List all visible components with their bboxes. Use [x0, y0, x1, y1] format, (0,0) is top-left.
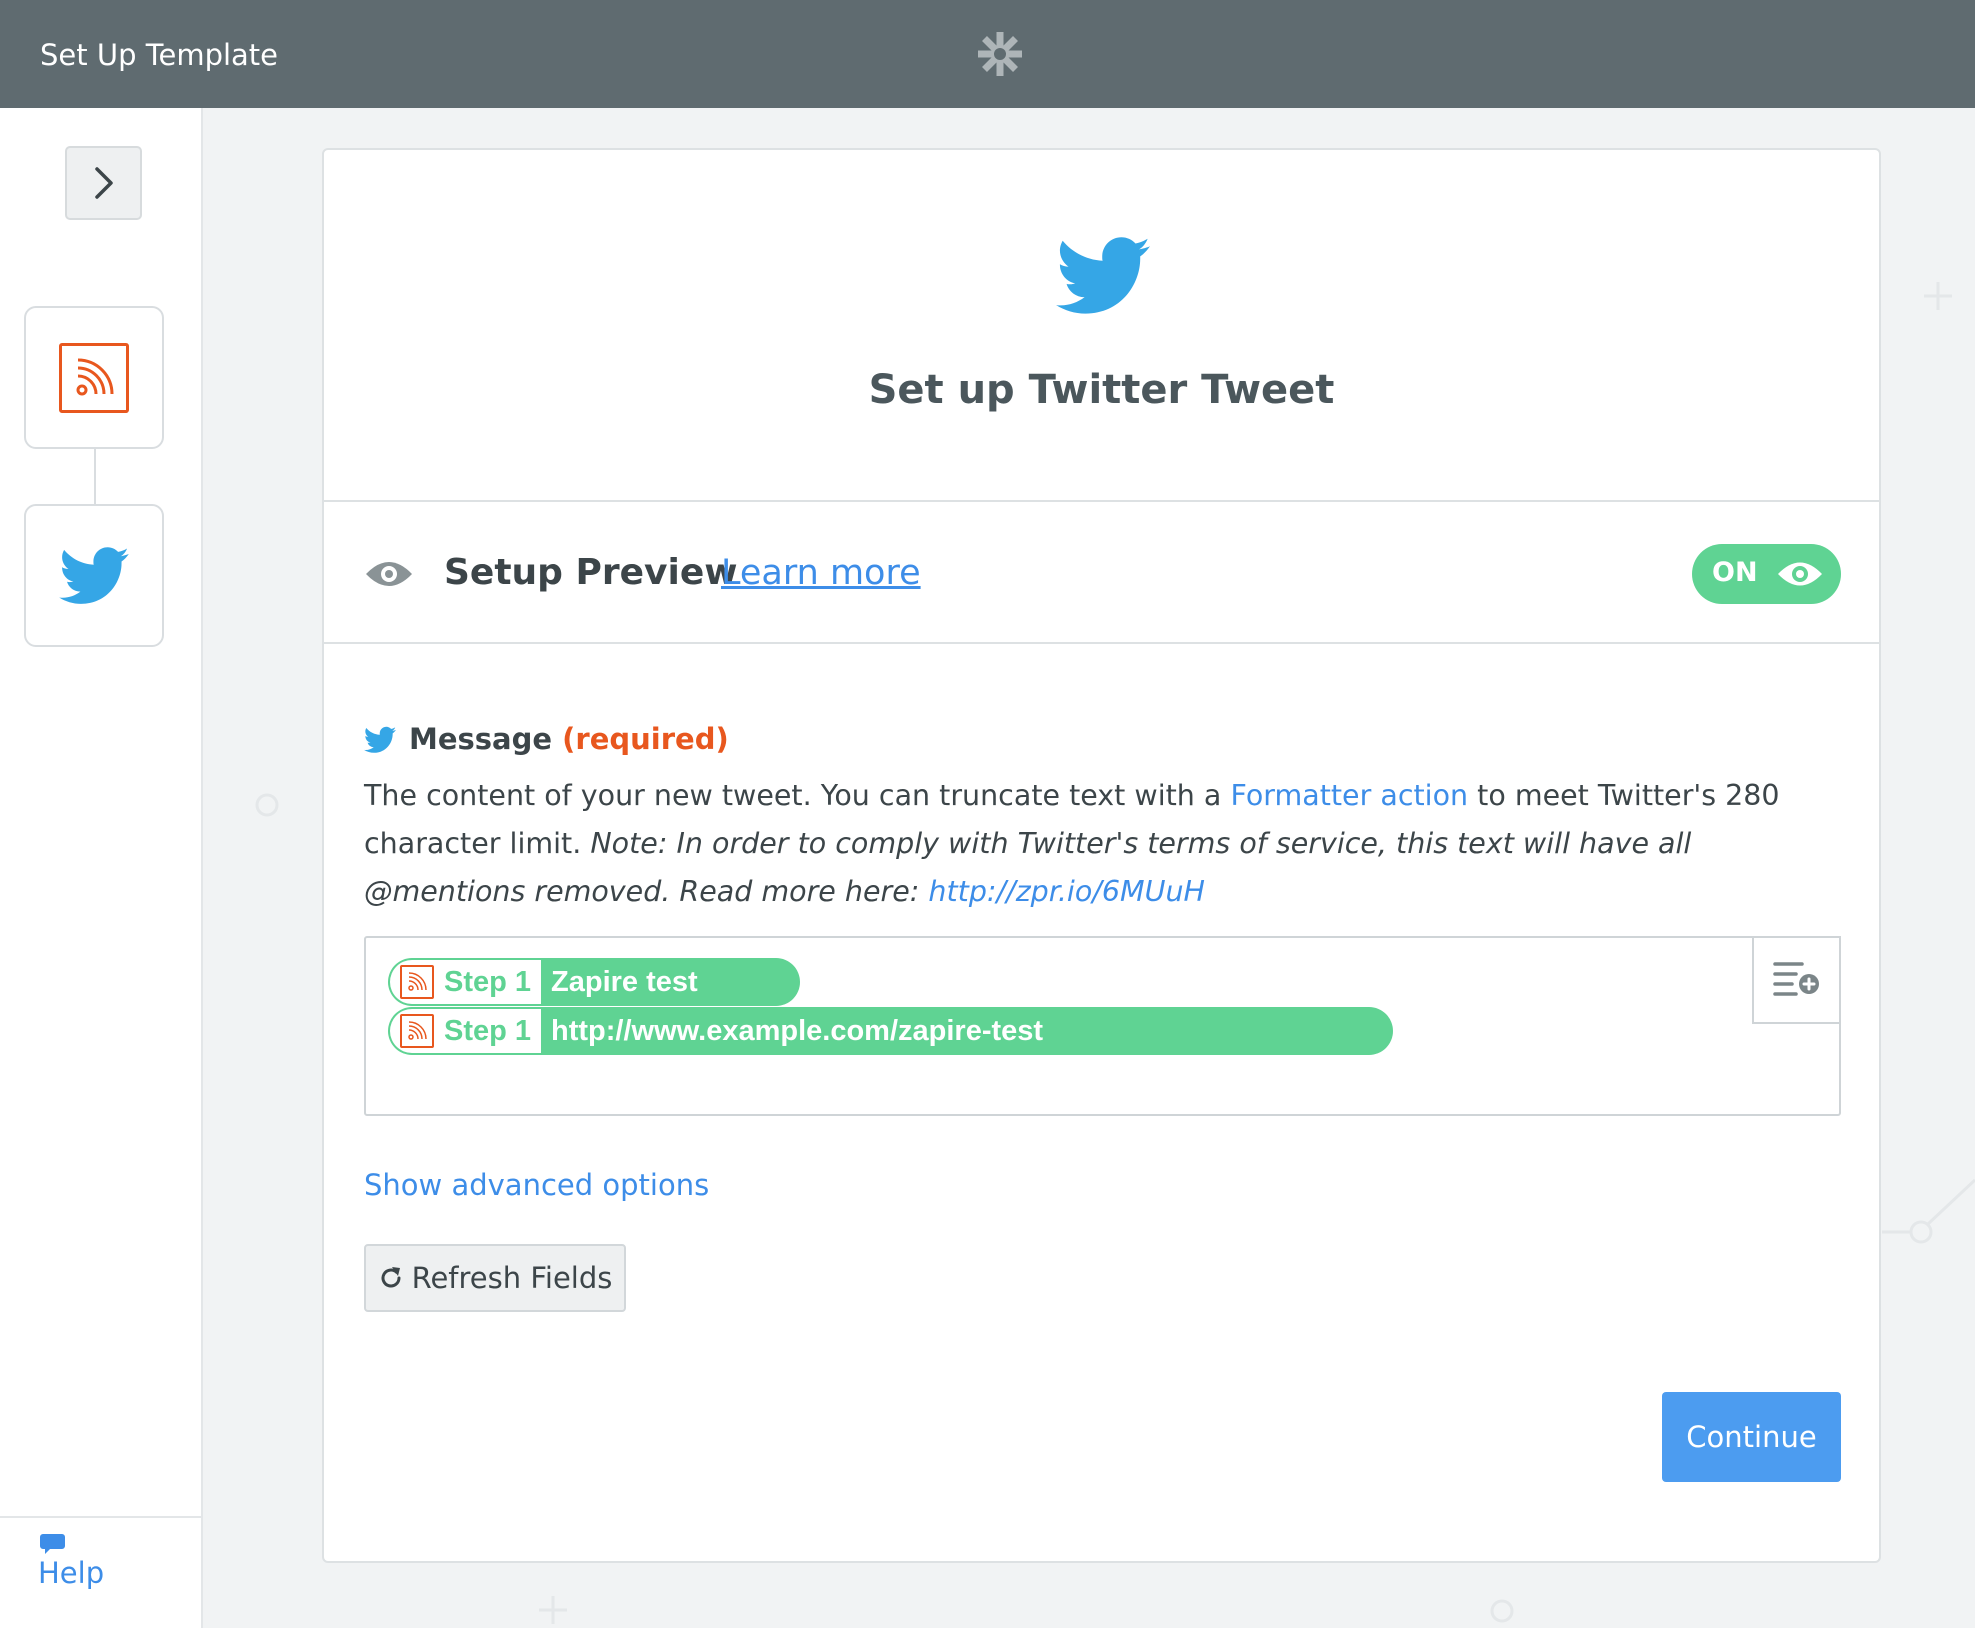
twitter-bird-icon	[1056, 237, 1150, 314]
rss-icon	[400, 965, 434, 999]
rss-icon	[400, 1014, 434, 1048]
message-field-label: Message (required)	[409, 722, 729, 756]
twitter-bird-icon	[59, 546, 129, 604]
chevron-right-icon	[94, 167, 113, 199]
learn-more-link[interactable]: Learn more	[721, 553, 921, 593]
pill-step-badge: Step 1	[390, 1009, 542, 1053]
setup-card: Set up Twitter Tweet Setup Preview Learn…	[322, 148, 1881, 1563]
eye-icon	[366, 562, 412, 586]
refresh-fields-label: Refresh Fields	[411, 1261, 613, 1295]
page-title: Set Up Template	[40, 38, 279, 72]
card-title: Set up Twitter Tweet	[868, 367, 1335, 413]
list-add-icon	[1772, 962, 1819, 996]
pill-step-label: Step 1	[444, 1014, 532, 1047]
top-bar: Set Up Template	[0, 0, 1975, 108]
setup-preview-row: Setup Preview Learn more ON	[324, 502, 1879, 644]
message-field-description: The content of your new tweet. You can t…	[364, 772, 1844, 916]
card-header: Set up Twitter Tweet	[324, 150, 1879, 502]
pill-value: Zapire test	[551, 965, 698, 998]
show-advanced-options-link[interactable]: Show advanced options	[364, 1168, 709, 1202]
field-label-text: Message	[409, 722, 553, 756]
sidebar-step-rss[interactable]	[24, 306, 164, 449]
help-area: Help	[0, 1516, 201, 1628]
field-pill[interactable]: Step 1 http://www.example.com/zapire-tes…	[388, 1007, 1393, 1055]
refresh-fields-button[interactable]: Refresh Fields	[364, 1244, 626, 1312]
toggle-label: ON	[1712, 557, 1758, 588]
expand-sidebar-button[interactable]	[65, 146, 142, 220]
zapier-asterisk-icon	[978, 32, 1022, 76]
sidebar-step-twitter[interactable]	[24, 504, 164, 647]
insert-field-button[interactable]	[1752, 936, 1841, 1024]
help-link[interactable]: Help	[38, 1556, 104, 1590]
message-input[interactable]: Step 1 Zapire test Step 1 http://www.exa…	[364, 936, 1841, 1116]
pill-step-badge: Step 1	[390, 960, 542, 1004]
preview-toggle[interactable]: ON	[1692, 544, 1841, 604]
field-pill[interactable]: Step 1 Zapire test	[388, 958, 800, 1006]
sidebar: Help	[0, 108, 203, 1628]
step-connector	[94, 449, 96, 504]
zpr-link[interactable]: http://zpr.io/6MUuH	[928, 875, 1205, 908]
formatter-action-link[interactable]: Formatter action	[1230, 779, 1468, 812]
continue-button[interactable]: Continue	[1662, 1392, 1841, 1482]
twitter-bird-icon	[364, 726, 396, 753]
desc-text: The content of your new tweet. You can t…	[364, 779, 1231, 812]
refresh-icon	[381, 1267, 401, 1288]
eye-icon	[1778, 562, 1822, 586]
setup-preview-label: Setup Preview	[444, 552, 738, 593]
chat-bubble-icon	[40, 1534, 65, 1554]
required-marker: (required)	[562, 722, 729, 756]
rss-icon	[59, 342, 129, 413]
continue-label: Continue	[1686, 1420, 1817, 1454]
pill-step-label: Step 1	[444, 965, 532, 998]
pill-value: http://www.example.com/zapire-test	[551, 1014, 1044, 1047]
